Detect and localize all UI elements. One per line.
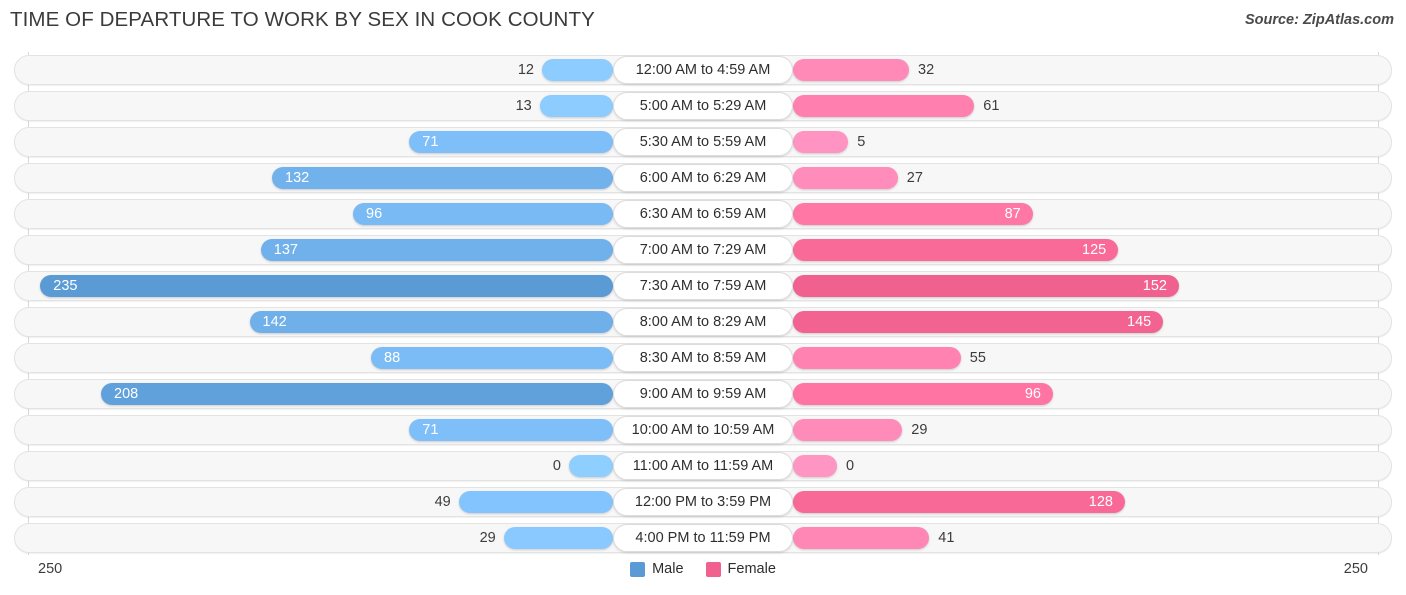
bar-male-value: 137 bbox=[273, 242, 298, 258]
bar-female[interactable] bbox=[793, 167, 898, 189]
bar-male[interactable] bbox=[40, 275, 613, 297]
bar-male-value: 132 bbox=[285, 170, 310, 186]
bar-female[interactable] bbox=[793, 311, 1164, 333]
category-label: 4:00 PM to 11:59 PM bbox=[613, 524, 793, 552]
chart-row: 88 55 8:30 AM to 8:59 AM bbox=[0, 340, 1406, 376]
bar-female-value: 32 bbox=[918, 62, 935, 78]
chart-page: TIME OF DEPARTURE TO WORK BY SEX IN COOK… bbox=[0, 0, 1406, 595]
category-label: 7:30 AM to 7:59 AM bbox=[613, 272, 793, 300]
bar-female[interactable] bbox=[793, 131, 849, 153]
bar-female-value: 152 bbox=[1142, 278, 1167, 294]
bar-male[interactable] bbox=[569, 455, 613, 477]
bar-male[interactable] bbox=[458, 491, 613, 513]
category-label: 10:00 AM to 10:59 AM bbox=[613, 416, 793, 444]
chart-row: 142 145 8:00 AM to 8:29 AM bbox=[0, 304, 1406, 340]
category-label: 12:00 PM to 3:59 PM bbox=[613, 488, 793, 516]
chart-legend: Male Female bbox=[0, 561, 1406, 577]
page-title: TIME OF DEPARTURE TO WORK BY SEX IN COOK… bbox=[10, 8, 595, 31]
chart-row: 29 41 4:00 PM to 11:59 PM bbox=[0, 520, 1406, 556]
legend-swatch-icon bbox=[705, 561, 721, 577]
bar-male[interactable] bbox=[249, 311, 613, 333]
category-label: 5:00 AM to 5:29 AM bbox=[613, 92, 793, 120]
chart-row: 71 29 10:00 AM to 10:59 AM bbox=[0, 412, 1406, 448]
bar-male-value: 88 bbox=[384, 350, 401, 366]
chart-row: 235 152 7:30 AM to 7:59 AM bbox=[0, 268, 1406, 304]
bar-female[interactable] bbox=[793, 419, 903, 441]
bar-female-value: 55 bbox=[969, 350, 986, 366]
chart-row: 12 32 12:00 AM to 4:59 AM bbox=[0, 52, 1406, 88]
chart-row: 49 128 12:00 PM to 3:59 PM bbox=[0, 484, 1406, 520]
bar-female-value: 145 bbox=[1127, 314, 1152, 330]
legend-item[interactable]: Female bbox=[705, 561, 776, 577]
bar-male-value: 12 bbox=[517, 62, 534, 78]
bar-female-value: 5 bbox=[857, 134, 866, 150]
bar-female-value: 87 bbox=[1004, 206, 1021, 222]
bar-male-value: 208 bbox=[114, 386, 139, 402]
bar-female[interactable] bbox=[793, 455, 837, 477]
chart-rows: 12 32 12:00 AM to 4:59 AM 13 61 5:00 AM to 5:… bbox=[0, 52, 1406, 556]
bar-female[interactable] bbox=[793, 59, 909, 81]
bar-male-value: 0 bbox=[552, 458, 561, 474]
bar-female[interactable] bbox=[793, 491, 1125, 513]
bar-female-value: 96 bbox=[1024, 386, 1041, 402]
bar-male[interactable] bbox=[539, 95, 613, 117]
bar-female-value: 61 bbox=[983, 98, 1000, 114]
category-label: 9:00 AM to 9:59 AM bbox=[613, 380, 793, 408]
bar-male-value: 142 bbox=[262, 314, 287, 330]
chart-row: 96 87 6:30 AM to 6:59 AM bbox=[0, 196, 1406, 232]
bar-female[interactable] bbox=[793, 275, 1179, 297]
legend-label: Male bbox=[652, 561, 684, 577]
category-label: 12:00 AM to 4:59 AM bbox=[613, 56, 793, 84]
bar-male[interactable] bbox=[353, 203, 613, 225]
bar-male[interactable] bbox=[542, 59, 613, 81]
source-attribution: Source: ZipAtlas.com bbox=[1244, 12, 1394, 28]
category-label: 7:00 AM to 7:29 AM bbox=[613, 236, 793, 264]
chart-footer: 250 250 Male Female bbox=[0, 556, 1406, 595]
bar-female-value: 41 bbox=[938, 530, 955, 546]
chart-row: 132 27 6:00 AM to 6:29 AM bbox=[0, 160, 1406, 196]
bar-female[interactable] bbox=[793, 347, 961, 369]
category-label: 8:00 AM to 8:29 AM bbox=[613, 308, 793, 336]
category-label: 11:00 AM to 11:59 AM bbox=[613, 452, 793, 480]
bar-male[interactable] bbox=[371, 347, 613, 369]
chart-row: 13 61 5:00 AM to 5:29 AM bbox=[0, 88, 1406, 124]
bar-female[interactable] bbox=[793, 95, 975, 117]
legend-item[interactable]: Male bbox=[630, 561, 684, 577]
bar-male[interactable] bbox=[409, 419, 613, 441]
bar-female-value: 29 bbox=[911, 422, 928, 438]
chart-row: 137 125 7:00 AM to 7:29 AM bbox=[0, 232, 1406, 268]
category-label: 5:30 AM to 5:59 AM bbox=[613, 128, 793, 156]
bar-male-value: 13 bbox=[515, 98, 532, 114]
bar-male[interactable] bbox=[260, 239, 613, 261]
legend-label: Female bbox=[727, 561, 776, 577]
bar-female-value: 27 bbox=[906, 170, 923, 186]
bar-male[interactable] bbox=[272, 167, 613, 189]
bar-male[interactable] bbox=[503, 527, 613, 549]
bar-female-value: 125 bbox=[1082, 242, 1107, 258]
category-label: 8:30 AM to 8:59 AM bbox=[613, 344, 793, 372]
legend-swatch-icon bbox=[630, 561, 646, 577]
bar-female-value: 0 bbox=[846, 458, 855, 474]
category-label: 6:00 AM to 6:29 AM bbox=[613, 164, 793, 192]
bar-female[interactable] bbox=[793, 527, 930, 549]
chart-row: 71 5 5:30 AM to 5:59 AM bbox=[0, 124, 1406, 160]
chart-row: 208 96 9:00 AM to 9:59 AM bbox=[0, 376, 1406, 412]
bar-male-value: 49 bbox=[434, 494, 451, 510]
chart-row: 0 0 11:00 AM to 11:59 AM bbox=[0, 448, 1406, 484]
bar-male-value: 71 bbox=[422, 134, 439, 150]
bar-female-value: 128 bbox=[1088, 494, 1113, 510]
bar-male-value: 71 bbox=[422, 422, 439, 438]
chart-plot-area: 12 32 12:00 AM to 4:59 AM 13 61 5:00 AM to 5:… bbox=[0, 52, 1406, 556]
bar-male[interactable] bbox=[101, 383, 613, 405]
bar-male[interactable] bbox=[409, 131, 613, 153]
bar-male-value: 29 bbox=[479, 530, 496, 546]
bar-male-value: 235 bbox=[53, 278, 78, 294]
category-label: 6:30 AM to 6:59 AM bbox=[613, 200, 793, 228]
bar-male-value: 96 bbox=[366, 206, 383, 222]
